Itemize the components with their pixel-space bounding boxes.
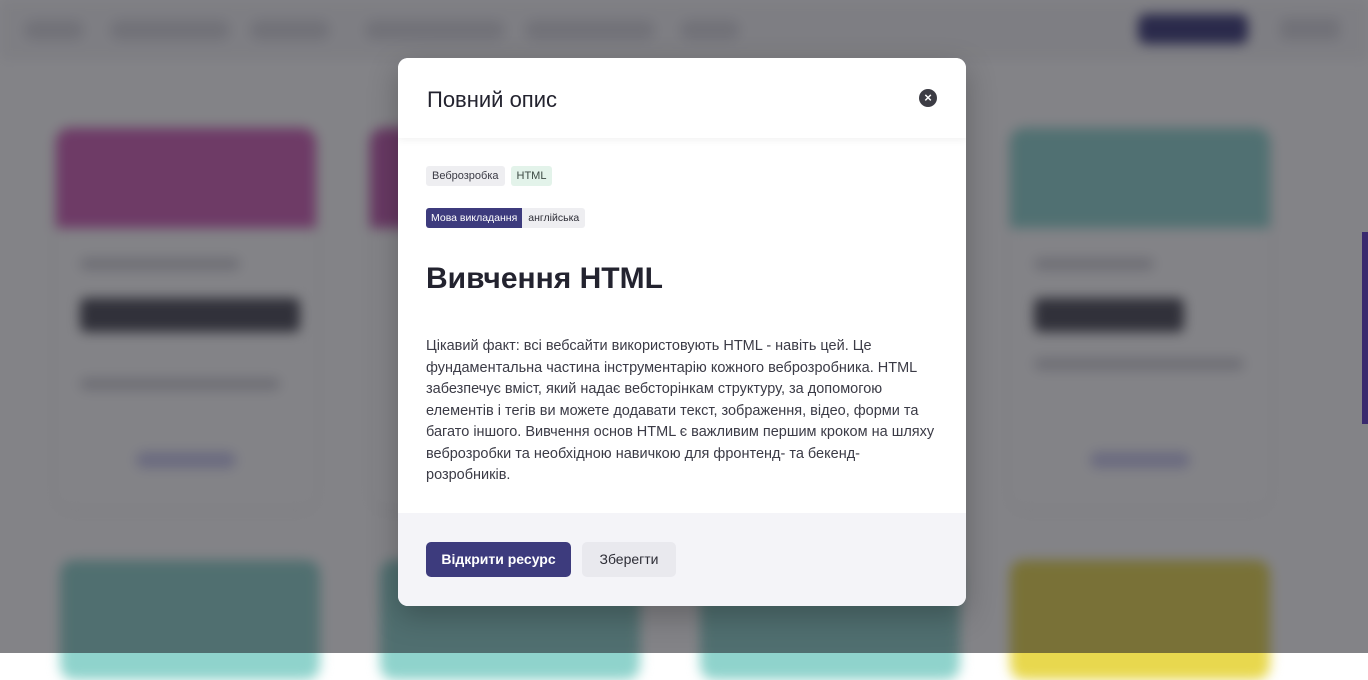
save-button[interactable]: Зберегти xyxy=(582,542,676,577)
close-icon[interactable]: × xyxy=(919,89,937,107)
modal-header: Повний опис × xyxy=(398,58,966,138)
modal-title: Повний опис xyxy=(427,87,558,112)
language-badge: Мова викладання англійська xyxy=(426,208,586,228)
modal-footer: Відкрити ресурс Зберегти xyxy=(398,513,966,606)
tag-list: Веброзробка HTML xyxy=(426,166,553,186)
course-title: Вивчення HTML xyxy=(426,262,663,295)
tag-category: Веброзробка xyxy=(426,166,505,186)
language-label: Мова викладання xyxy=(426,208,523,228)
open-resource-button[interactable]: Відкрити ресурс xyxy=(426,542,571,577)
course-description: Цікавий факт: всі вебсайти використовуют… xyxy=(426,338,935,483)
description-modal: Повний опис × Веброзробка HTML Мова викл… xyxy=(398,58,966,606)
language-value: англійська xyxy=(522,208,586,228)
side-accent-tab xyxy=(1362,232,1368,424)
tag-technology: HTML xyxy=(510,166,553,186)
